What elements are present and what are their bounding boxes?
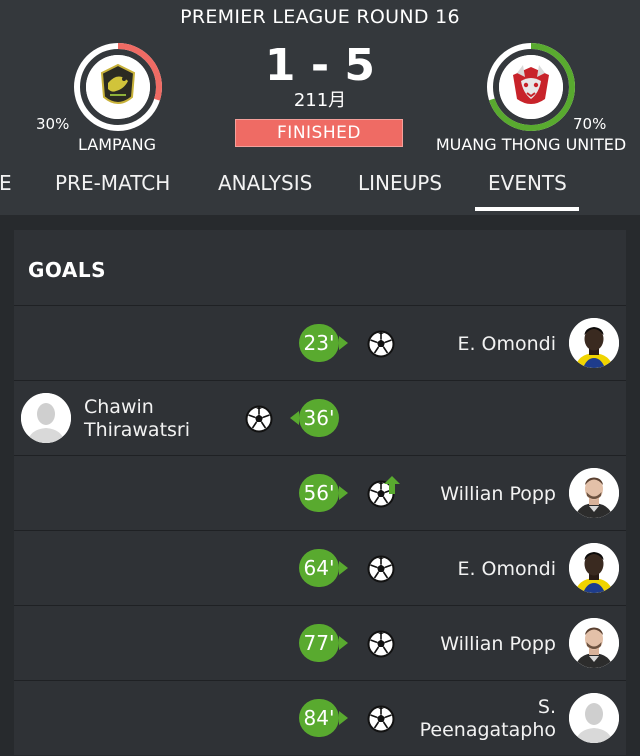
goals-section-title: GOALS (28, 258, 107, 282)
player-avatar[interactable] (569, 468, 619, 518)
player-avatar[interactable] (569, 318, 619, 368)
tab-pre-match[interactable]: PRE-MATCH (55, 171, 170, 195)
goal-row[interactable]: 23' E. Omondi (14, 305, 626, 381)
away-team-name[interactable]: MUANG THONG UNITED (430, 135, 632, 154)
goal-row[interactable]: 56' Willian Popp (14, 455, 626, 531)
player-name[interactable]: E. Omondi (457, 558, 556, 580)
pointer-right-icon (339, 636, 348, 650)
match-date: 211月 (293, 90, 347, 111)
goal-minute: 36' (299, 399, 339, 437)
player-name[interactable]: Willian Popp (440, 633, 556, 655)
muang-thong-crest-icon (499, 55, 563, 119)
pointer-right-icon (339, 561, 348, 575)
soccer-ball-icon (367, 555, 395, 583)
player-name-line2[interactable]: Thirawatsri (84, 419, 190, 441)
home-possession-label: 30% (36, 115, 70, 133)
home-team-logo[interactable] (73, 42, 163, 132)
away-possession-label: 70% (573, 115, 607, 133)
soccer-ball-icon (367, 630, 395, 658)
tab-partial[interactable]: E (0, 171, 12, 195)
player-name[interactable]: E. Omondi (457, 333, 556, 355)
active-tab-indicator (475, 207, 579, 211)
soccer-ball-icon (367, 330, 395, 358)
goal-minute: 77' (299, 624, 339, 662)
player-avatar[interactable] (569, 543, 619, 593)
lampang-crest-icon (86, 55, 150, 119)
player-avatar[interactable] (21, 393, 71, 443)
goal-row[interactable]: 64' E. Omondi (14, 530, 626, 606)
pointer-right-icon (339, 711, 348, 725)
goal-row[interactable]: Chawin Thirawatsri 36' (14, 380, 626, 456)
player-name-line1[interactable]: Chawin (84, 396, 154, 418)
home-team-name[interactable]: LAMPANG (58, 135, 176, 154)
status-badge: FINISHED (235, 119, 403, 147)
player-name-line1[interactable]: S. (538, 696, 556, 718)
player-avatar[interactable] (569, 693, 619, 743)
goal-row[interactable]: 84' S. Peenagatapho (14, 680, 626, 756)
round-title: PREMIER LEAGUE ROUND 16 (180, 6, 460, 28)
player-avatar[interactable] (569, 618, 619, 668)
tab-lineups[interactable]: LINEUPS (358, 171, 442, 195)
match-header: PREMIER LEAGUE ROUND 16 30% LAMPANG 1 - … (0, 0, 640, 215)
soccer-ball-icon (245, 405, 273, 433)
pointer-left-icon (290, 411, 299, 425)
tab-analysis[interactable]: ANALYSIS (218, 171, 312, 195)
goal-minute: 84' (299, 699, 339, 737)
goal-row[interactable]: 77' Willian Popp (14, 605, 626, 681)
pointer-right-icon (339, 486, 348, 500)
tab-events[interactable]: EVENTS (488, 171, 567, 195)
soccer-ball-icon (367, 705, 395, 733)
pointer-right-icon (339, 336, 348, 350)
goals-panel: GOALS 23' E. Omondi Chawin Thirawatsri 3… (14, 230, 626, 755)
away-team-logo[interactable] (486, 42, 576, 132)
goal-minute: 23' (299, 324, 339, 362)
goal-minute: 56' (299, 474, 339, 512)
up-arrow-icon (384, 476, 400, 494)
player-name-line2[interactable]: Peenagatapho (420, 719, 556, 741)
player-name[interactable]: Willian Popp (440, 483, 556, 505)
goal-minute: 64' (299, 549, 339, 587)
match-score: 1 - 5 (264, 40, 376, 91)
